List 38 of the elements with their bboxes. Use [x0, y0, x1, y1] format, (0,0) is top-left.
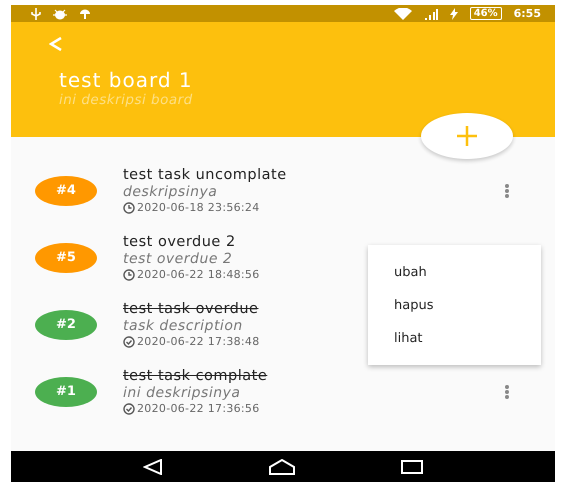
task-description: task description	[123, 318, 243, 335]
usb-icon	[31, 8, 41, 20]
battery-level: 46%	[470, 7, 502, 20]
more-button[interactable]	[503, 382, 511, 400]
plus-icon	[457, 126, 477, 146]
menu-item[interactable]: lihat	[394, 330, 423, 346]
task-description: test overdue 2	[123, 251, 232, 268]
home-icon[interactable]	[268, 458, 296, 474]
more-button[interactable]	[503, 182, 511, 200]
bug-icon	[53, 8, 67, 20]
task-description: deskripsinya	[123, 184, 218, 201]
task-number: #2	[35, 310, 97, 340]
task-title: test task overdue	[123, 301, 258, 318]
task-date: 2020-06-22 17:38:48	[137, 335, 260, 348]
task-number: #5	[35, 242, 97, 272]
task-number: #4	[35, 176, 97, 206]
recents-icon[interactable]	[400, 460, 423, 474]
menu-item[interactable]: hapus	[394, 298, 434, 312]
clock-time: 6:55	[514, 7, 541, 20]
task-title: test overdue 2	[123, 234, 236, 251]
clock-icon	[123, 268, 135, 280]
signal-icon	[424, 8, 438, 20]
task-title: test task complate	[123, 368, 268, 385]
task-title: test task uncomplate	[123, 167, 287, 184]
check-circle-icon	[123, 402, 135, 414]
task-date: 2020-06-22 17:36:56	[137, 402, 260, 415]
board-description: ini deskripsi board	[59, 92, 193, 108]
clock-icon	[123, 202, 135, 214]
task-number: #1	[35, 376, 97, 406]
back-nav-icon[interactable]	[143, 458, 164, 474]
menu-item[interactable]: ubah	[394, 264, 427, 280]
task-date: 2020-06-18 23:56:24	[137, 201, 260, 214]
check-circle-icon	[123, 336, 135, 348]
charging-icon	[450, 8, 458, 20]
task-description: ini deskripsinya	[123, 385, 240, 402]
board-title: test board 1	[59, 68, 193, 92]
task-date: 2020-06-22 18:48:56	[137, 268, 260, 281]
wifi-icon	[394, 8, 412, 20]
